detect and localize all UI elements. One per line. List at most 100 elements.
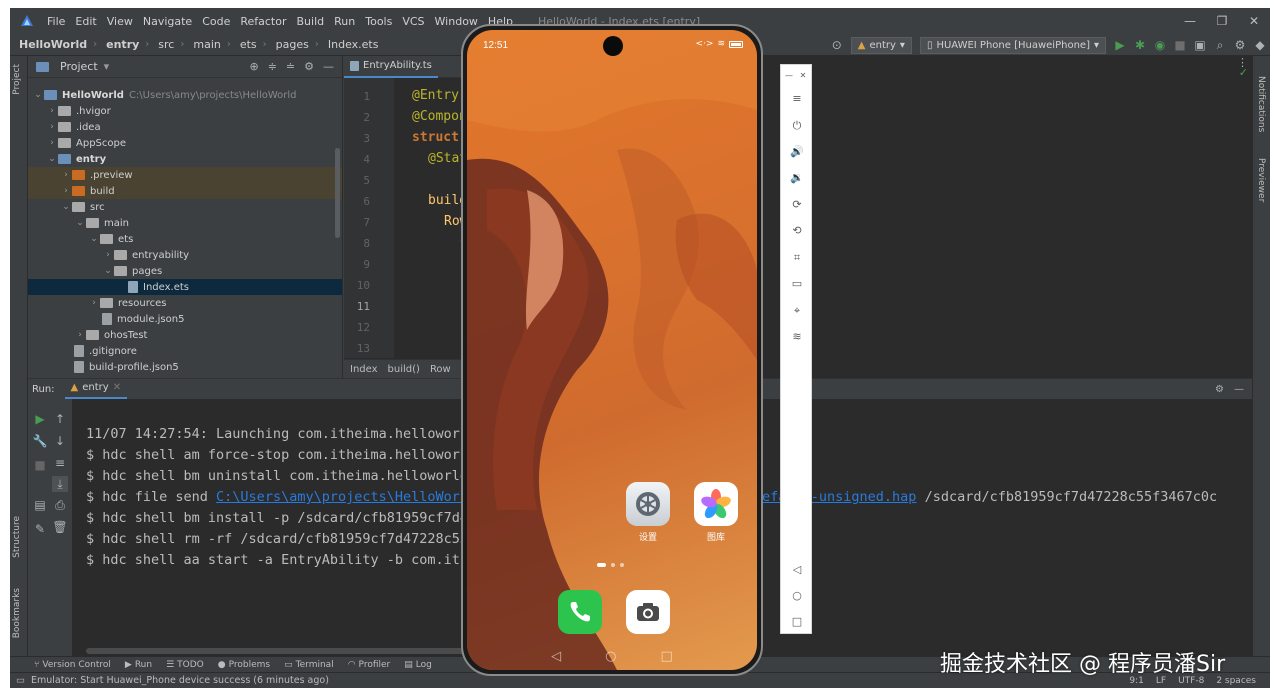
soft-wrap-icon[interactable]: ≡ (52, 455, 68, 471)
dock-camera[interactable] (625, 590, 671, 634)
tree-item-pages[interactable]: ⌄ pages (28, 263, 342, 279)
code-line-1[interactable]: @Entry (412, 88, 459, 103)
chevron-right-icon[interactable]: › (74, 330, 86, 340)
locate-icon[interactable]: ⊕ (249, 60, 258, 73)
tree-item-ohostest[interactable]: › ohosTest (28, 327, 342, 343)
tree-item-entry[interactable]: ⌄ entry (28, 151, 342, 167)
notifications-tool-tab[interactable]: Notifications (1256, 76, 1266, 132)
code-line-6[interactable]: build( (428, 193, 464, 208)
gear-icon[interactable]: ⚙ (1230, 38, 1250, 52)
run-config-select[interactable]: ▲ entry ▾ (850, 36, 912, 54)
menu-refactor[interactable]: Refactor (235, 15, 291, 28)
wrench-icon[interactable]: 🔧 (32, 433, 48, 449)
back-icon[interactable]: ◁ (788, 561, 806, 579)
tab-version-control[interactable]: ⑂ Version Control (34, 660, 111, 670)
recents-icon[interactable]: □ (661, 649, 673, 664)
structure-tool-tab[interactable]: Structure (12, 516, 22, 558)
expand-all-icon[interactable]: ≑ (268, 60, 277, 73)
tab-terminal[interactable]: ▭ Terminal (284, 660, 334, 670)
breadcrumb-main[interactable]: main (184, 38, 220, 51)
debug-icon[interactable]: ✱ (1130, 38, 1150, 52)
code-line-4[interactable]: @State (428, 151, 464, 166)
code-line-2[interactable]: @Compone (412, 109, 464, 124)
tab-profiler[interactable]: ◠ Profiler (348, 660, 391, 670)
minimize-icon[interactable]: — (1174, 8, 1206, 34)
stop-icon[interactable]: ■ (32, 457, 48, 473)
screenshot-icon[interactable]: ⌗ (788, 249, 806, 267)
tree-item-src[interactable]: ⌄ src (28, 199, 342, 215)
chevron-down-icon[interactable]: ▾ (104, 60, 110, 73)
bookmarks-tool-tab[interactable]: Bookmarks (12, 588, 22, 638)
pin-icon[interactable]: ✎ (32, 521, 48, 537)
menu-run[interactable]: Run (329, 15, 360, 28)
home-icon[interactable]: ○ (788, 587, 806, 605)
breadcrumb-src[interactable]: src (149, 38, 174, 51)
project-panel-title[interactable]: Project (60, 60, 98, 73)
tree-item-build-profile[interactable]: build-profile.json5 (28, 359, 342, 375)
tree-item-idea[interactable]: › .idea (28, 119, 342, 135)
scroll-down-icon[interactable]: ↓ (52, 433, 68, 449)
chevron-down-icon[interactable]: ⌄ (74, 218, 86, 228)
scroll-to-end-icon[interactable]: ⤓ (52, 476, 68, 492)
collapse-all-icon[interactable]: ≐ (286, 60, 295, 73)
home-icon[interactable]: ○ (605, 649, 616, 664)
close-icon[interactable]: ✕ (1238, 8, 1270, 34)
gear-icon[interactable]: ⚙ (304, 60, 314, 73)
editor-crumb-row[interactable]: Row (430, 364, 451, 375)
back-icon[interactable]: ◁ (551, 649, 561, 664)
editor-crumb-index[interactable]: Index (350, 364, 378, 375)
close-icon[interactable]: ✕ (113, 378, 121, 398)
menu-window[interactable]: Window (430, 15, 483, 28)
hide-icon[interactable]: — (323, 60, 334, 73)
chevron-right-icon[interactable]: › (60, 170, 72, 180)
search-icon[interactable]: ⌕ (1210, 38, 1230, 53)
tab-log[interactable]: ▤ Log (404, 660, 432, 670)
rerun-icon[interactable]: ▶ (32, 411, 48, 427)
update-icon[interactable]: ◆ (1250, 38, 1270, 52)
chevron-down-icon[interactable]: ⌄ (32, 90, 44, 100)
hide-icon[interactable]: — (1234, 384, 1244, 395)
app-settings[interactable]: 设置 (625, 482, 671, 543)
restore-icon[interactable]: ❐ (1206, 8, 1238, 34)
scroll-up-icon[interactable]: ↑ (52, 411, 68, 427)
location-icon[interactable]: ⌖ (788, 302, 806, 320)
dock-phone[interactable] (557, 590, 603, 634)
tab-run[interactable]: ▶ Run (125, 660, 152, 670)
battery-icon[interactable]: ▭ (788, 275, 806, 293)
tree-item-preview[interactable]: › .preview (28, 167, 342, 183)
breadcrumb-project[interactable]: HelloWorld (10, 38, 87, 51)
profile-icon[interactable]: ◉ (1150, 38, 1170, 52)
tree-item-gitignore[interactable]: .gitignore (28, 343, 342, 359)
phone-screen[interactable]: 12:51 <·> ≋ 设置 图库 ◁ ○ □ (467, 30, 757, 670)
volume-up-icon[interactable]: 🔊 (788, 143, 806, 161)
power-icon[interactable]: ⏻ (788, 117, 806, 135)
recents-icon[interactable]: □ (788, 613, 806, 631)
run-console[interactable]: 11/07 14:27:54: Launching com.itheima.he… (86, 424, 1217, 571)
breadcrumb-module[interactable]: entry (97, 38, 139, 51)
tree-item-ets[interactable]: ⌄ ets (28, 231, 342, 247)
tree-item-index-ets[interactable]: Index.ets (28, 279, 342, 295)
menu-build[interactable]: Build (292, 15, 330, 28)
run-icon[interactable]: ▶ (1110, 38, 1130, 52)
target-icon[interactable]: ⊙ (827, 38, 847, 52)
chevron-right-icon[interactable]: › (60, 186, 72, 196)
project-tool-tab[interactable]: Project (12, 64, 22, 95)
tree-item-main[interactable]: ⌄ main (28, 215, 342, 231)
chevron-down-icon[interactable]: ⌄ (46, 154, 58, 164)
tree-item-hvigor[interactable]: › .hvigor (28, 103, 342, 119)
menu-file[interactable]: File (42, 15, 70, 28)
chevron-right-icon[interactable]: › (102, 250, 114, 260)
rotate-icon[interactable]: ⟳ (788, 196, 806, 214)
menu-icon[interactable]: ≡ (788, 90, 806, 108)
menu-edit[interactable]: Edit (70, 15, 101, 28)
chevron-down-icon[interactable]: ⌄ (102, 266, 114, 276)
editor-crumb-build[interactable]: build() (388, 364, 420, 375)
rotate-left-icon[interactable]: ⟲ (788, 222, 806, 240)
breadcrumb-ets[interactable]: ets (231, 38, 257, 51)
more-icon[interactable]: ⋮ (1237, 56, 1248, 69)
device-select[interactable]: ▯ HUAWEI Phone [HuaweiPhone] ▾ (919, 36, 1106, 54)
menu-view[interactable]: View (102, 15, 138, 28)
menu-tools[interactable]: Tools (360, 15, 397, 28)
gear-icon[interactable]: ⚙ (1215, 384, 1224, 395)
chevron-down-icon[interactable]: ⌄ (60, 202, 72, 212)
